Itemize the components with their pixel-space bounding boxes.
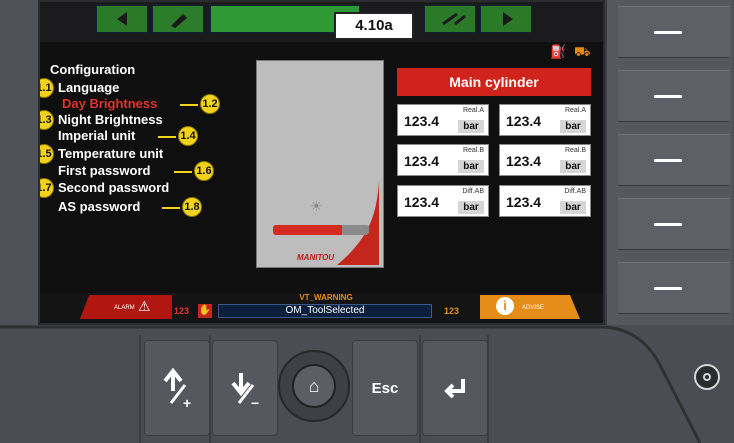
config-item-second-password[interactable]: Second password — [58, 180, 169, 195]
config-item-day-brightness[interactable]: Day Brightness — [62, 96, 157, 111]
main-cylinder-title: Main cylinder — [397, 68, 591, 96]
pressure-label: Diff.AB — [462, 188, 484, 195]
top-status-bar: ⛽ ⛟ — [40, 2, 603, 59]
config-item-night-brightness[interactable]: Night Brightness — [58, 112, 163, 127]
advise-count: 123 — [444, 306, 460, 316]
manitou-logo: MANITOU — [297, 253, 335, 262]
callout-arrow — [174, 171, 192, 173]
badge-1-3: 1.3 — [40, 110, 54, 130]
pressure-cell: 123.4 Real.B bar — [499, 144, 591, 176]
pressure-label: Real.A — [462, 107, 484, 114]
pressure-label: Diff.AB — [564, 188, 586, 195]
pressure-value: 123.4 — [506, 153, 542, 169]
badge-1-8: 1.8 — [182, 197, 202, 217]
pressure-unit: bar — [560, 120, 586, 133]
pressure-cell: 123.4 Real.A bar — [397, 104, 489, 136]
down-minus-icon — [231, 373, 255, 404]
pressure-label: Real.A — [564, 107, 586, 114]
callout-arrow — [158, 136, 176, 138]
left-indicator — [96, 5, 148, 33]
alarm-label: ALARM — [114, 305, 135, 311]
pressure-unit: bar — [458, 160, 484, 173]
boom-icon — [152, 5, 204, 33]
brand-swoosh — [337, 181, 379, 265]
home-button[interactable]: ⌂ — [292, 364, 336, 408]
info-icon: i — [496, 297, 514, 315]
side-button-2[interactable] — [618, 70, 730, 122]
warning-message: OM_ToolSelected — [218, 304, 432, 318]
device-frame: ⛽ ⛟ 4.10a Configuration 1.1 Language Day… — [0, 0, 734, 443]
side-button-5[interactable] — [618, 262, 730, 314]
indicator-light — [694, 364, 720, 390]
config-item-language[interactable]: Language — [58, 80, 119, 95]
config-item-as-password[interactable]: AS password — [58, 199, 140, 214]
callout-arrow — [162, 207, 180, 209]
badge-1-5: 1.5 — [40, 144, 54, 164]
advise-label: ADVISE — [522, 305, 545, 311]
alarm-tab[interactable]: ALARM ⚠ — [80, 295, 172, 319]
pressure-unit: bar — [560, 201, 586, 214]
esc-button[interactable]: Esc — [352, 340, 418, 436]
minus-label: − — [251, 395, 260, 411]
brightness-panel: ☀ MANITOU — [256, 60, 384, 268]
increase-button[interactable]: + — [144, 340, 210, 436]
right-indicator — [480, 5, 532, 33]
pressure-unit: bar — [458, 120, 484, 133]
pressure-label: Real.B — [564, 147, 586, 154]
home-icon: ⌂ — [308, 376, 320, 396]
config-item-imperial-unit[interactable]: Imperial unit — [58, 128, 135, 143]
advise-tab[interactable]: i ADVISE — [480, 295, 580, 319]
figure-label: 4.10a — [334, 12, 414, 40]
pressure-unit: bar — [560, 160, 586, 173]
enter-arrow-icon — [444, 379, 465, 399]
side-button-4[interactable] — [618, 198, 730, 250]
decrease-button[interactable]: − — [212, 340, 278, 436]
fuel-icon: ⛽ — [550, 44, 567, 59]
config-item-first-password[interactable]: First password — [58, 163, 150, 178]
badge-1-1: 1.1 — [40, 78, 54, 98]
pressure-cell: 123.4 Real.B bar — [397, 144, 489, 176]
brightness-fill — [273, 225, 343, 235]
pressure-value: 123.4 — [506, 113, 542, 129]
warning-title: VT_WARNING — [299, 293, 353, 302]
lift-icon: ⛟ — [574, 44, 591, 59]
pressure-unit: bar — [458, 201, 484, 214]
config-title: Configuration — [50, 62, 136, 77]
pressure-cell: 123.4 Diff.AB bar — [499, 185, 591, 217]
pressure-value: 123.4 — [404, 113, 440, 129]
callout-arrow — [180, 104, 198, 106]
pressure-value: 123.4 — [404, 153, 440, 169]
hand-icon: ✋ — [198, 304, 212, 318]
badge-1-7: 1.7 — [40, 178, 54, 198]
side-button-3[interactable] — [618, 134, 730, 186]
brightness-slider[interactable] — [273, 225, 369, 235]
up-plus-icon — [163, 367, 187, 404]
alarm-count: 123 — [174, 306, 190, 316]
display-screen: ⛽ ⛟ 4.10a Configuration 1.1 Language Day… — [38, 0, 605, 325]
enter-button[interactable] — [422, 340, 488, 436]
badge-1-6: 1.6 — [194, 161, 214, 181]
tool-icon — [424, 5, 476, 33]
side-button-1[interactable] — [618, 6, 730, 58]
pressure-value: 123.4 — [506, 194, 542, 210]
status-bar: ALARM ⚠ 123 ✋ VT_WARNING OM_ToolSelected… — [40, 293, 603, 323]
pressure-cell: 123.4 Diff.AB bar — [397, 185, 489, 217]
badge-1-4: 1.4 — [178, 126, 198, 146]
config-item-temperature-unit[interactable]: Temperature unit — [58, 146, 163, 161]
plus-label: + — [183, 395, 192, 411]
sun-icon: ☀ — [310, 198, 323, 214]
warning-triangle-icon: ⚠ — [138, 298, 151, 314]
badge-1-2: 1.2 — [200, 94, 220, 114]
pressure-label: Real.B — [462, 147, 484, 154]
pressure-value: 123.4 — [404, 194, 440, 210]
pressure-cell: 123.4 Real.A bar — [499, 104, 591, 136]
